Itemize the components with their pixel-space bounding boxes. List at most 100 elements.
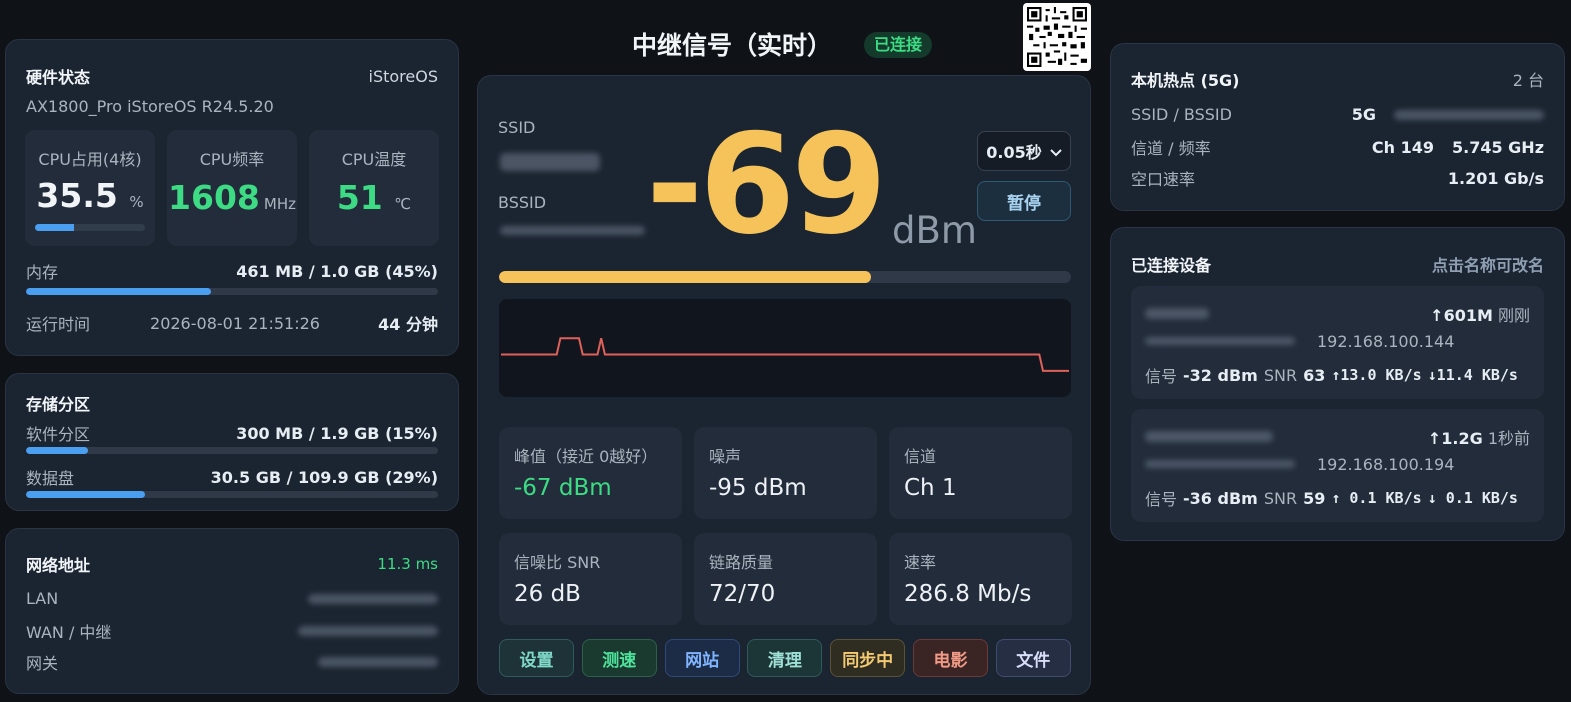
action-button-1[interactable]: 测速 (581, 639, 657, 677)
device-item[interactable]: ↑601M 刚刚 192.168.100.144 信号 -32 dBm SNR … (1131, 286, 1544, 399)
action-button-5[interactable]: 电影 (913, 639, 988, 677)
pause-button[interactable]: 暂停 (977, 181, 1071, 221)
action-button-6[interactable]: 文件 (995, 639, 1071, 677)
device-snr-label: SNR (1263, 365, 1298, 385)
hotspot-title: 本机热点 (5G) (1131, 71, 1240, 90)
os-label: iStoreOS (368, 66, 438, 86)
stat-value: 72/70 (709, 581, 776, 607)
wan-label: WAN / 中继 (26, 623, 112, 642)
uptime-value: 44 分钟 (378, 315, 438, 334)
lan-label: LAN (26, 589, 59, 608)
stat-label: 峰值（接近 0越好） (514, 447, 658, 466)
network-title: 网络地址 (26, 556, 91, 575)
device-traffic: ↑601M (1430, 306, 1493, 325)
data-disk-label: 数据盘 (26, 469, 75, 488)
device-last-seen: 刚刚 (1497, 306, 1530, 325)
memory-bar (26, 288, 212, 295)
stat-tile: 信道 Ch 1 (889, 427, 1072, 519)
rename-hint: 点击名称可改名 (1431, 256, 1544, 275)
stat-value: -95 dBm (709, 475, 807, 501)
ssid-bssid-label: SSID / BSSID (1131, 105, 1232, 124)
device-snr-label: SNR (1263, 488, 1298, 508)
stat-tile: 信噪比 SNR 26 dB (499, 533, 682, 625)
signal-value: -69 (646, 104, 887, 265)
cpu-temp-label: CPU温度 (341, 150, 407, 169)
page-title: 中继信号（实时） (632, 31, 833, 60)
interval-value: 0.05秒 (986, 143, 1042, 162)
hotspot-bssid-redacted (1394, 109, 1544, 120)
uptime-timestamp: 2026-08-01 21:51:26 (150, 313, 320, 333)
air-rate-label: 空口速率 (1131, 170, 1196, 189)
cpu-freq-value: 1608 (168, 178, 260, 217)
device-item[interactable]: ↑1.2G 1秒前 192.168.100.194 信号 -36 dBm SNR… (1131, 409, 1544, 522)
device-name-redacted[interactable] (1145, 431, 1273, 442)
cpu-temp-value: 51 (336, 178, 383, 217)
stat-tile: 链路质量 72/70 (694, 533, 877, 625)
stat-tile: 峰值（接近 0越好） -67 dBm (499, 427, 682, 519)
signal-unit: dBm (892, 209, 977, 252)
gateway-address-redacted (318, 657, 438, 667)
hotspot-card: 本机热点 (5G) 2 台 SSID / BSSID 5G 信道 / 频率 Ch … (1110, 43, 1565, 211)
bssid-label: BSSID (498, 193, 547, 212)
stat-value: 286.8 Mb/s (904, 581, 1032, 607)
device-signal-label: 信号 (1145, 490, 1178, 509)
software-partition-value: 300 MB / 1.9 GB (15%) (236, 423, 438, 443)
devices-card: 已连接设备 点击名称可改名 ↑601M 刚刚 192.168.100.144 信号… (1110, 227, 1565, 541)
uptime-label: 运行时间 (26, 315, 91, 334)
devices-title: 已连接设备 (1131, 256, 1212, 275)
stat-label: 信道 (904, 447, 937, 466)
signal-strength-bar (499, 271, 1071, 283)
latency-value: 11.3 ms (377, 555, 438, 573)
stat-label: 信噪比 SNR (514, 553, 601, 572)
device-name-redacted[interactable] (1145, 308, 1209, 319)
device-last-seen: 1秒前 (1487, 429, 1530, 448)
signal-card: SSID BSSID -69 dBm 0.05秒 暂停 峰值（接近 0越好） -6… (477, 75, 1091, 695)
device-mac-redacted (1145, 460, 1295, 468)
signal-strength-fill (499, 271, 871, 283)
action-button-0[interactable]: 设置 (499, 639, 574, 677)
device-model: AX1800_Pro iStoreOS R24.5.20 (26, 97, 274, 116)
device-snr: 63 (1303, 365, 1326, 385)
software-partition-bar (26, 447, 88, 454)
device-download-rate: ↓11.4 KB/s (1427, 366, 1518, 384)
data-disk-bar (26, 491, 146, 498)
cpu-usage-bar (35, 224, 75, 231)
device-upload-rate: ↑13.0 KB/s (1331, 366, 1422, 384)
software-partition-label: 软件分区 (26, 425, 91, 444)
stat-tile: 噪声 -95 dBm (694, 427, 877, 519)
signal-trace-chart (499, 299, 1071, 397)
hotspot-frequency: 5.745 GHz (1451, 137, 1544, 157)
cpu-temp-unit: ℃ (394, 195, 412, 213)
cpu-usage-tile: CPU占用(4核) 35.5 % (25, 130, 155, 246)
air-rate-value: 1.201 Gb/s (1447, 168, 1544, 188)
cpu-freq-unit: MHz (263, 195, 296, 213)
gateway-label: 网关 (26, 654, 59, 673)
qr-code-icon[interactable] (1023, 3, 1091, 71)
cpu-usage-unit: % (129, 193, 144, 211)
stat-label: 速率 (904, 553, 937, 572)
cpu-freq-tile: CPU频率 1608 MHz (167, 130, 297, 246)
device-signal: -32 dBm (1183, 365, 1258, 385)
action-button-4[interactable]: 同步中 (830, 639, 906, 677)
hardware-title: 硬件状态 (26, 68, 91, 87)
device-ip: 192.168.100.144 (1317, 332, 1455, 351)
device-snr: 59 (1303, 488, 1326, 508)
network-card: 网络地址 11.3 ms LAN WAN / 中继 网关 (5, 528, 459, 694)
ssid-label: SSID (498, 118, 536, 137)
hotspot-ssid: 5G (1351, 105, 1376, 124)
chevron-down-icon (1050, 142, 1062, 161)
channel-freq-label: 信道 / 频率 (1131, 139, 1211, 158)
signal-trace-line (501, 337, 1069, 372)
interval-select[interactable]: 0.05秒 (977, 131, 1071, 171)
action-button-3[interactable]: 清理 (747, 639, 823, 677)
memory-value: 461 MB / 1.0 GB (45%) (236, 261, 438, 281)
hotspot-count: 2 台 (1512, 71, 1544, 90)
memory-label: 内存 (26, 263, 59, 282)
hotspot-channel: Ch 149 (1371, 137, 1434, 157)
device-signal-label: 信号 (1145, 367, 1178, 386)
cpu-freq-label: CPU频率 (199, 150, 265, 169)
device-signal: -36 dBm (1183, 488, 1258, 508)
device-ip: 192.168.100.194 (1317, 455, 1455, 474)
stat-value: 26 dB (514, 581, 581, 607)
action-button-2[interactable]: 网站 (664, 639, 740, 677)
